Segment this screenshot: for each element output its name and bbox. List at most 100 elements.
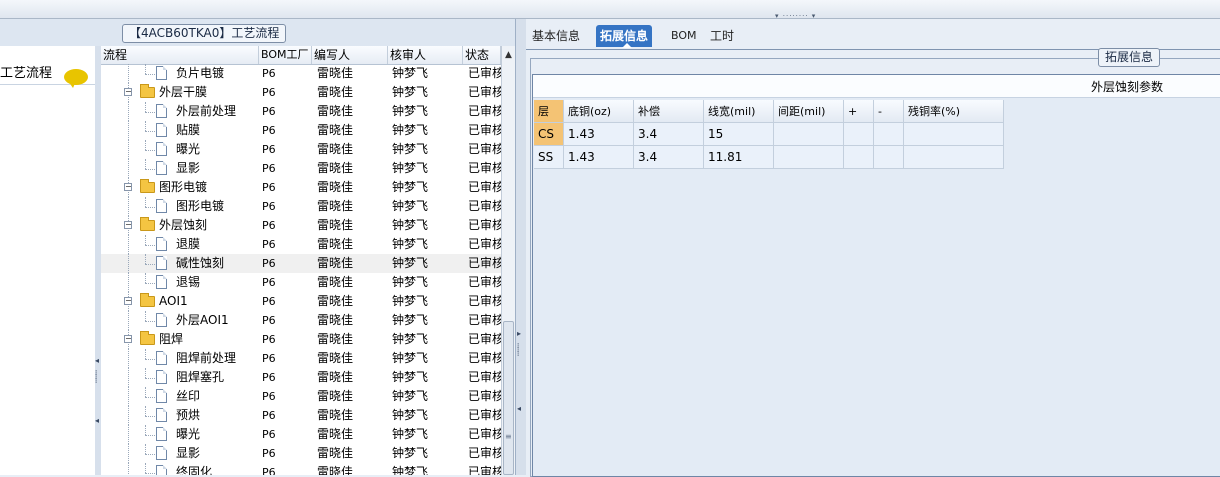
tree-scrollbar[interactable]: ▲ ≡ (501, 46, 516, 475)
table-row[interactable]: − 外层干膜 P6 雷晓佳 钟梦飞 已审核 (101, 83, 501, 102)
scroll-thumb[interactable]: ≡ (503, 321, 514, 475)
tree-node-label[interactable]: 显影 (176, 159, 200, 178)
tree-node-label[interactable]: 显影 (176, 444, 200, 463)
cell-layer[interactable]: SS (534, 146, 564, 169)
tab-extended-info[interactable]: 拓展信息 (596, 25, 653, 48)
cell-residual-copper[interactable] (904, 146, 1004, 169)
table-row[interactable]: 碱性蚀刻 P6 雷晓佳 钟梦飞 已审核 (101, 254, 501, 273)
col-flow-header[interactable]: 流程 (101, 46, 259, 64)
scroll-up-icon[interactable]: ▲ (505, 50, 512, 60)
col-base-copper-header[interactable]: 底铜(oz) (564, 100, 634, 123)
table-row[interactable]: 终固化 P6 雷晓佳 钟梦飞 已审核 (101, 463, 501, 475)
writer-cell: 雷晓佳 (317, 218, 354, 232)
cell-plus[interactable] (844, 123, 874, 146)
table-row[interactable]: − 外层蚀刻 P6 雷晓佳 钟梦飞 已审核 (101, 216, 501, 235)
col-line-width-header[interactable]: 线宽(mil) (704, 100, 774, 123)
cell-residual-copper[interactable] (904, 123, 1004, 146)
tree-node-label[interactable]: 碱性蚀刻 (176, 254, 224, 273)
collapse-left-icon-2[interactable]: ◂ (95, 416, 99, 425)
table-row[interactable]: 丝印 P6 雷晓佳 钟梦飞 已审核 (101, 387, 501, 406)
tree-guide-line (145, 121, 146, 131)
table-row[interactable]: 显影 P6 雷晓佳 钟梦飞 已审核 (101, 159, 501, 178)
cell-line-width[interactable]: 15 (704, 123, 774, 146)
collapse-left-icon[interactable]: ◂ (95, 356, 99, 365)
tree-node-label[interactable]: 预烘 (176, 406, 200, 425)
table-row[interactable]: 贴膜 P6 雷晓佳 钟梦飞 已审核 (101, 121, 501, 140)
col-compensation-header[interactable]: 补偿 (634, 100, 704, 123)
tree-node-label[interactable]: 退膜 (176, 235, 200, 254)
section-title: 外层蚀刻参数 (1091, 80, 1164, 94)
tab-basic-info[interactable]: 基本信息 (528, 25, 584, 47)
tree-guide-line (145, 378, 155, 379)
cell-line-width[interactable]: 11.81 (704, 146, 774, 169)
table-row[interactable]: 曝光 P6 雷晓佳 钟梦飞 已审核 (101, 425, 501, 444)
table-row[interactable]: 阻焊塞孔 P6 雷晓佳 钟梦飞 已审核 (101, 368, 501, 387)
collapse-toggle-icon[interactable]: − (124, 221, 132, 229)
tree-guide-line (128, 121, 129, 140)
cell-compensation[interactable]: 3.4 (634, 123, 704, 146)
col-bom-header[interactable]: BOM工厂 (259, 46, 312, 64)
tree-node-label[interactable]: 阻焊前处理 (176, 349, 236, 368)
table-row[interactable]: 负片电镀 P6 雷晓佳 钟梦飞 已审核 (101, 64, 501, 83)
cell-minus[interactable] (874, 146, 904, 169)
tree-node-label[interactable]: 曝光 (176, 140, 200, 159)
cell-base-copper[interactable]: 1.43 (564, 146, 634, 169)
table-row[interactable]: 退锡 P6 雷晓佳 钟梦飞 已审核 (101, 273, 501, 292)
col-spacing-header[interactable]: 间距(mil) (774, 100, 844, 123)
sidebar-item-process-flow[interactable]: 工艺流程 (0, 56, 95, 88)
collapse-toggle-icon[interactable]: − (124, 183, 132, 191)
cell-compensation[interactable]: 3.4 (634, 146, 704, 169)
cell-plus[interactable] (844, 146, 874, 169)
reviewer-cell: 钟梦飞 (392, 275, 429, 289)
table-row[interactable]: 退膜 P6 雷晓佳 钟梦飞 已审核 (101, 235, 501, 254)
tree-node-label[interactable]: 阻焊塞孔 (176, 368, 224, 387)
cell-layer[interactable]: CS (534, 123, 564, 146)
table-row[interactable]: 图形电镀 P6 雷晓佳 钟梦飞 已审核 (101, 197, 501, 216)
collapse-right-icon[interactable]: ▸ (517, 329, 521, 338)
tree-node-label[interactable]: 贴膜 (176, 121, 200, 140)
tree-guide-line (128, 444, 129, 463)
tree-node-label[interactable]: 阻焊 (159, 330, 183, 349)
cell-spacing[interactable] (774, 123, 844, 146)
tree-node-label[interactable]: 图形电镀 (159, 178, 207, 197)
cell-minus[interactable] (874, 123, 904, 146)
tab-work-hours[interactable]: 工时 (706, 25, 738, 47)
tree-node-label[interactable]: 外层AOI1 (176, 311, 229, 330)
col-minus-header[interactable]: - (874, 100, 904, 123)
table-row[interactable]: 曝光 P6 雷晓佳 钟梦飞 已审核 (101, 140, 501, 159)
col-status-header[interactable]: 状态 (463, 46, 501, 64)
tree-node-label[interactable]: 外层蚀刻 (159, 216, 207, 235)
tree-node-label[interactable]: 终固化 (176, 463, 212, 475)
table-row[interactable]: − AOI1 P6 雷晓佳 钟梦飞 已审核 (101, 292, 501, 311)
collapse-toggle-icon[interactable]: − (124, 88, 132, 96)
table-row[interactable]: 外层前处理 P6 雷晓佳 钟梦飞 已审核 (101, 102, 501, 121)
tree-node-label[interactable]: 负片电镀 (176, 64, 224, 83)
writer-cell: 雷晓佳 (317, 446, 354, 460)
collapse-left-icon-3[interactable]: ◂ (517, 404, 521, 413)
cell-base-copper[interactable]: 1.43 (564, 123, 634, 146)
table-row[interactable]: 显影 P6 雷晓佳 钟梦飞 已审核 (101, 444, 501, 463)
table-row[interactable]: 阻焊前处理 P6 雷晓佳 钟梦飞 已审核 (101, 349, 501, 368)
col-residual-copper-header[interactable]: 残铜率(%) (904, 100, 1004, 123)
folder-icon (140, 217, 155, 231)
table-row[interactable]: 外层AOI1 P6 雷晓佳 钟梦飞 已审核 (101, 311, 501, 330)
col-reviewer-header[interactable]: 核审人 (388, 46, 463, 64)
col-plus-header[interactable]: + (844, 100, 874, 123)
col-writer-header[interactable]: 编写人 (312, 46, 388, 64)
tree-node-label[interactable]: 曝光 (176, 425, 200, 444)
collapse-toggle-icon[interactable]: − (124, 335, 132, 343)
tree-node-label[interactable]: 外层干膜 (159, 83, 207, 102)
tree-guide-line (128, 349, 129, 368)
tree-node-label[interactable]: 外层前处理 (176, 102, 236, 121)
table-row[interactable]: − 图形电镀 P6 雷晓佳 钟梦飞 已审核 (101, 178, 501, 197)
tree-node-label[interactable]: 退锡 (176, 273, 200, 292)
collapse-toggle-icon[interactable]: − (124, 297, 132, 305)
cell-spacing[interactable] (774, 146, 844, 169)
tree-node-label[interactable]: 图形电镀 (176, 197, 224, 216)
table-row[interactable]: 预烘 P6 雷晓佳 钟梦飞 已审核 (101, 406, 501, 425)
table-row[interactable]: − 阻焊 P6 雷晓佳 钟梦飞 已审核 (101, 330, 501, 349)
tab-bom[interactable]: BOM (667, 25, 701, 47)
tree-node-label[interactable]: 丝印 (176, 387, 200, 406)
tree-node-label[interactable]: AOI1 (159, 292, 188, 311)
col-layer-header[interactable]: 层 (534, 100, 564, 123)
